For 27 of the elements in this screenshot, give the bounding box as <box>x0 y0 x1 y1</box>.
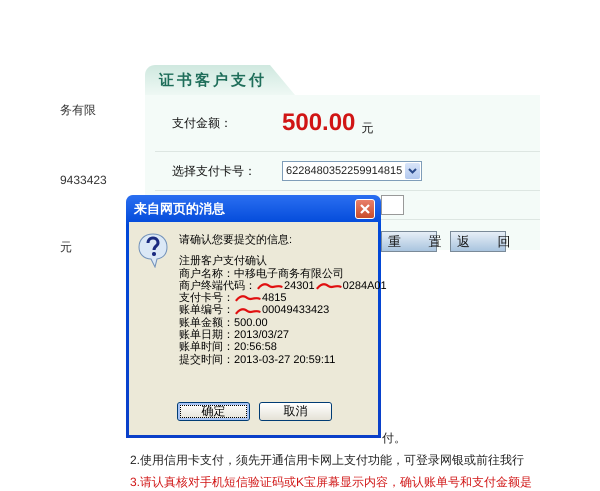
info-text: 商户名称：中移电子商务有限公司 <box>179 268 344 280</box>
card-dropdown[interactable]: 6228480352259914815 <box>282 161 422 181</box>
info-text: 支付卡号： <box>179 292 234 304</box>
info-text: 4815 <box>262 292 286 304</box>
dialog-button[interactable]: 取消 <box>259 402 332 421</box>
currency-label: 元 <box>361 120 374 136</box>
info-text: 账单时间：20:56:58 <box>179 341 277 354</box>
field-label: 支付金额： <box>171 114 233 132</box>
info-text: 账单金额：500.00 <box>179 316 268 329</box>
info-text: 提交时间：2013-03-27 20:59:11 <box>179 354 336 366</box>
note-text: 2.使用信用卡支付，须先开通信用卡网上支付功能，可登录网银或前往我行 <box>130 454 524 467</box>
info-text: 账单日期：2013/03/27 <box>179 329 290 342</box>
field-label: 务有限 <box>60 102 97 119</box>
field-label: 选择支付卡号： <box>171 162 257 180</box>
dialog-button[interactable]: 确定 <box>177 402 250 421</box>
dialog-message: 请确认您要提交的信息: <box>179 234 292 246</box>
info-text: 00049433423 <box>262 304 330 317</box>
info-text: 注册客户支付确认 <box>179 255 267 268</box>
note-text: 付。 <box>382 432 406 445</box>
info-text: 商户终端代码： <box>179 280 256 292</box>
note-text: 3.请认真核对手机短信验证码或K宝屏幕显示内容，确认账单号和支付金额是 <box>130 476 532 489</box>
field-label: 元 <box>60 239 73 256</box>
field-label: 9433423 <box>60 173 108 187</box>
dialog-title: 来自网页的消息 <box>134 200 225 218</box>
info-text: 账单编号： <box>179 304 234 316</box>
amount-value: 500.00 <box>282 109 356 137</box>
info-text: 24301 <box>284 280 315 292</box>
